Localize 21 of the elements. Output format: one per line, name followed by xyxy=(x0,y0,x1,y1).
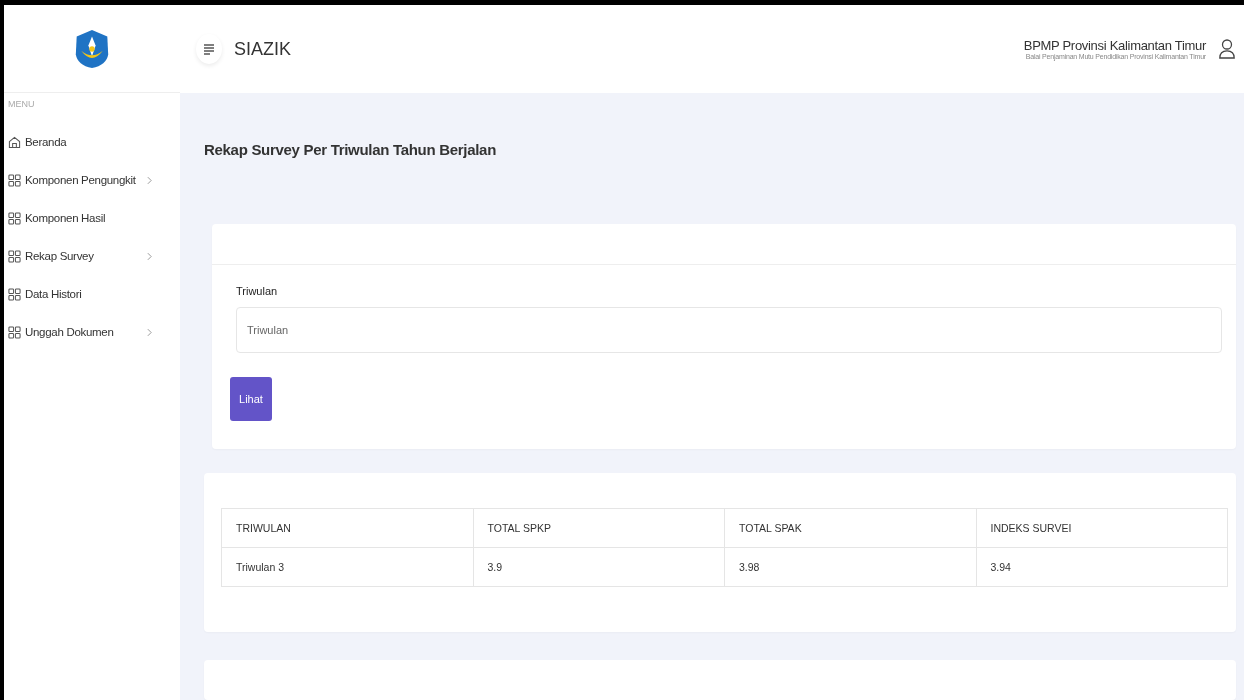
view-button[interactable]: Lihat xyxy=(230,377,272,421)
app-title: SIAZIK xyxy=(234,38,291,60)
menu-item[interactable]: Rekap Survey xyxy=(4,237,156,275)
menu-item[interactable]: Data Histori xyxy=(4,275,156,313)
column-header: TRIWULAN xyxy=(221,508,473,548)
table-cell: 3.98 xyxy=(724,547,976,587)
table-cell: 3.94 xyxy=(976,547,1228,587)
organization-name: BPMP Provinsi Kalimantan Timur xyxy=(1023,38,1206,53)
column-header: TOTAL SPAK xyxy=(724,508,976,548)
menu-item[interactable]: Komponen Hasil xyxy=(4,199,156,237)
table-cell: 3.9 xyxy=(473,547,725,587)
menu-item[interactable]: Beranda xyxy=(4,123,156,161)
page-title: Rekap Survey Per Triwulan Tahun Berjalan xyxy=(204,141,497,158)
menu-item[interactable]: Komponen Pengungkit xyxy=(4,161,156,199)
column-header: TOTAL SPKP xyxy=(473,508,725,548)
table-cell: Triwulan 3 xyxy=(221,547,473,587)
column-header: INDEKS SURVEI xyxy=(976,508,1228,548)
field-label: Triwulan xyxy=(236,285,279,297)
menu-item[interactable]: Unggah Dokumen xyxy=(4,313,156,351)
quarter-input[interactable]: Triwulan xyxy=(236,307,1222,353)
menu-section-label: MENU xyxy=(7,98,36,111)
